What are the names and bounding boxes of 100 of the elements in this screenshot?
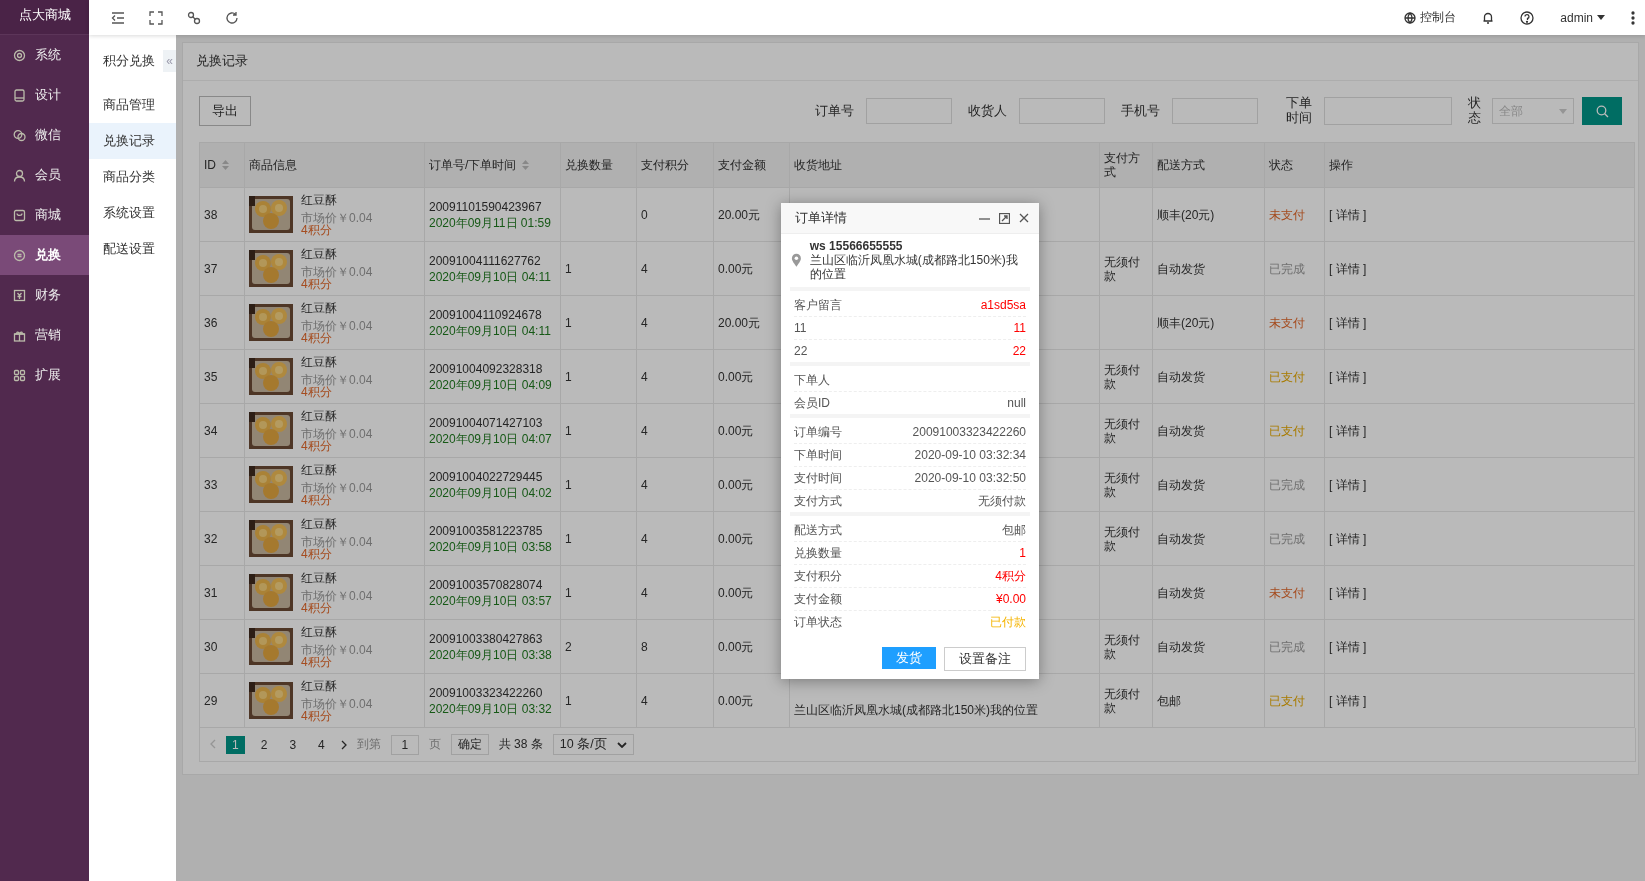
table-cell: 20.00元 (718, 315, 761, 330)
market-price: 市场价￥0.04 (301, 319, 373, 332)
confirm-button[interactable]: 确定 (450, 734, 489, 755)
table-cell: 0.00元 (718, 585, 754, 600)
detail-link[interactable]: [ 详情 ] (1329, 261, 1367, 276)
close-icon[interactable] (1019, 212, 1029, 223)
points-price: 4积分 (301, 493, 332, 506)
detail-link[interactable]: [ 详情 ] (1329, 315, 1367, 330)
page-input[interactable]: 1 (390, 734, 419, 755)
help-icon[interactable] (1520, 10, 1535, 25)
table-cell: 1 (565, 531, 572, 546)
sidebar-item[interactable]: 设计 (0, 75, 89, 115)
refresh-icon[interactable] (225, 10, 239, 25)
status-text: 已完成 (1269, 261, 1305, 276)
detail-label: 配送方式 (794, 521, 842, 539)
table-cell: 1 (565, 585, 572, 600)
detail-label: 11 (794, 321, 807, 335)
detail-link[interactable]: [ 详情 ] (1329, 423, 1367, 438)
table-cell: 36 (204, 315, 218, 330)
sidebar-item[interactable]: 财务 (0, 275, 89, 315)
table-cell: 无须付款 (1104, 524, 1140, 553)
sidebar-item[interactable]: 商城 (0, 195, 89, 235)
order-number: 20091003380427863 (429, 631, 544, 646)
detail-link[interactable]: [ 详情 ] (1329, 693, 1367, 708)
detail-link[interactable]: [ 详情 ] (1329, 207, 1367, 222)
order-number: 20091004110924678 (429, 307, 543, 322)
sidebar-item[interactable]: 微信 (0, 115, 89, 155)
detail-label: 支付积分 (794, 567, 842, 585)
filter-label: 状态 (1467, 96, 1480, 126)
page-button[interactable]: 4 (312, 735, 331, 754)
order-number: 20091004022729445 (429, 469, 544, 484)
subnav-item[interactable]: 商品分类 (89, 159, 176, 195)
sidebar-item[interactable]: 系统 (0, 35, 89, 75)
remark-button[interactable]: 设置备注 (944, 647, 1026, 671)
table-cell: 20.00元 (718, 207, 761, 222)
detail-link[interactable]: [ 详情 ] (1329, 585, 1367, 600)
subnav-item[interactable]: 商品管理 (89, 87, 176, 123)
menu-fold-icon[interactable] (111, 10, 125, 25)
console-link[interactable]: 控制台 (1420, 9, 1457, 26)
column-header: ID (204, 158, 216, 172)
link-icon[interactable] (187, 10, 201, 25)
sidebar-item[interactable]: 会员 (0, 155, 89, 195)
location-pin-icon (791, 252, 802, 268)
table-cell-text: 兰山区临沂凤凰水城(成都路北150米)我的位置 (794, 702, 1039, 717)
table-cell: 35 (204, 369, 218, 384)
page-button[interactable]: 3 (283, 735, 303, 754)
subnav-item[interactable]: 兑换记录 (89, 123, 176, 159)
export-button[interactable]: 导出 (199, 96, 251, 126)
order-number: 20091004111627762 (429, 253, 542, 268)
page-size-select[interactable]: 10 条/页 (552, 734, 634, 755)
market-price: 市场价￥0.04 (301, 697, 373, 710)
filter-label: 订单号 (814, 102, 854, 120)
table-cell: 0.00元 (718, 477, 754, 492)
order-time: 2020年09月10日 04:07 (429, 431, 553, 446)
status-text: 已完成 (1269, 477, 1305, 492)
chevron-right-icon[interactable] (340, 739, 347, 750)
caret-icon (1597, 15, 1605, 20)
input-field[interactable] (1018, 98, 1105, 124)
table-cell: 0.00元 (718, 423, 754, 438)
sidebar-item[interactable]: 扩展 (0, 355, 89, 395)
input-field[interactable] (865, 98, 952, 124)
market-price: 市场价￥0.04 (301, 265, 373, 278)
column-header: 支付积分 (641, 158, 689, 172)
sidebar-item[interactable]: 兑换 (0, 235, 89, 275)
detail-link[interactable]: [ 详情 ] (1329, 369, 1367, 384)
table-cell: 4 (641, 477, 648, 492)
filter-label: 收货人 (967, 102, 1007, 120)
column-header: 商品信息 (249, 158, 297, 172)
table-cell: 31 (204, 585, 218, 600)
user-menu[interactable]: admin (1560, 10, 1593, 25)
fullscreen-icon[interactable] (149, 10, 163, 25)
detail-link[interactable]: [ 详情 ] (1329, 477, 1367, 492)
table-cell: 4 (641, 585, 648, 600)
detail-link[interactable]: [ 详情 ] (1329, 531, 1367, 546)
input-field[interactable] (1171, 98, 1258, 124)
contact-name: ws 15566655555 (809, 239, 904, 253)
detail-label: 订单状态 (794, 613, 842, 631)
maximize-icon[interactable] (999, 212, 1010, 224)
filter-label: 下单时间 (1284, 96, 1312, 126)
table-cell: 自动发货 (1157, 369, 1205, 384)
subnav-item[interactable]: 系统设置 (89, 195, 176, 231)
page-unit: 页 (428, 736, 441, 753)
column-header: 订单号/下单时间 (429, 158, 517, 172)
product-name: 红豆酥 (301, 247, 338, 260)
detail-value: a1sd5sa (980, 298, 1026, 312)
page-button[interactable]: 2 (254, 735, 274, 754)
more-icon[interactable] (1631, 10, 1635, 25)
product-name: 红豆酥 (301, 679, 338, 692)
points-price: 4积分 (301, 709, 332, 722)
detail-label: 兑换数量 (794, 544, 842, 562)
detail-value: ¥0.00 (995, 592, 1026, 606)
market-price: 市场价￥0.04 (301, 373, 373, 386)
bell-icon[interactable] (1482, 11, 1495, 24)
detail-link[interactable]: [ 详情 ] (1329, 639, 1367, 654)
sidebar-item[interactable]: 营销 (0, 315, 89, 355)
date-field[interactable] (1323, 97, 1452, 125)
subnav-item[interactable]: 配送设置 (89, 231, 176, 267)
column-header: 状态 (1269, 158, 1293, 172)
order-time: 2020年09月10日 04:11 (429, 323, 552, 338)
search-button[interactable] (1582, 97, 1622, 125)
